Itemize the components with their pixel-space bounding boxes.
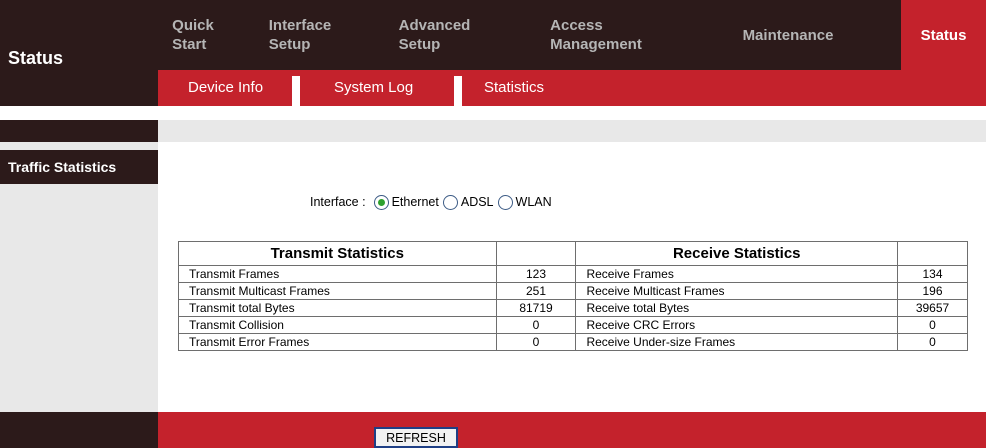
sub-nav: Device Info System Log Statistics <box>158 70 986 106</box>
main-content: Interface : Ethernet ADSL WLAN Transmit … <box>158 142 986 412</box>
rx-value: 39657 <box>897 299 968 317</box>
interface-selector: Interface : Ethernet ADSL WLAN <box>310 192 556 212</box>
rx-label: Receive Under-size Frames <box>575 333 899 351</box>
tab-status[interactable]: Status <box>901 0 986 70</box>
receive-header: Receive Statistics <box>575 241 899 266</box>
page-title: Status <box>8 48 64 68</box>
traffic-stats-table: Transmit Statistics Receive Statistics T… <box>178 241 968 351</box>
tx-value: 0 <box>495 316 577 334</box>
table-header-row: Transmit Statistics Receive Statistics <box>178 241 968 266</box>
rx-value: 134 <box>897 265 968 283</box>
footer-bar: REFRESH <box>158 412 986 448</box>
tx-value: 251 <box>495 282 577 300</box>
refresh-button[interactable]: REFRESH <box>374 427 458 448</box>
rx-label: Receive CRC Errors <box>575 316 899 334</box>
subtab-system-log[interactable]: System Log <box>334 70 413 106</box>
tx-label: Transmit Multicast Frames <box>178 282 497 300</box>
sidebar: Traffic Statistics <box>0 142 158 412</box>
radio-adsl[interactable] <box>442 194 458 210</box>
table-row: Transmit Multicast Frames 251 Receive Mu… <box>178 282 968 300</box>
option-wlan-label: WLAN <box>515 195 552 209</box>
tab-quick-start[interactable]: Quick Start <box>158 0 228 70</box>
brand-panel: Status <box>0 0 158 106</box>
rx-label: Receive total Bytes <box>575 299 899 317</box>
tx-value: 81719 <box>495 299 577 317</box>
top-nav: Quick Start Interface Setup Advanced Set… <box>158 0 986 70</box>
subnav-divider <box>454 76 462 106</box>
table-row: Transmit Collision 0 Receive CRC Errors … <box>178 316 968 334</box>
transmit-value-header <box>495 241 577 266</box>
rx-value: 0 <box>897 316 968 334</box>
tx-label: Transmit Frames <box>178 265 497 283</box>
rx-value: 0 <box>897 333 968 351</box>
table-row: Transmit Frames 123 Receive Frames 134 <box>178 265 968 283</box>
content-band-right <box>158 120 986 142</box>
content-band-left <box>0 120 158 142</box>
tx-value: 123 <box>495 265 577 283</box>
sidebar-section-label: Traffic Statistics <box>8 159 117 175</box>
tab-access-management[interactable]: Access Management <box>536 0 656 70</box>
subnav-divider <box>292 76 300 106</box>
subtab-device-info[interactable]: Device Info <box>188 70 263 106</box>
tab-advanced-setup[interactable]: Advanced Setup <box>382 0 487 70</box>
tx-label: Transmit Error Frames <box>178 333 497 351</box>
rx-label: Receive Frames <box>575 265 899 283</box>
interface-label: Interface : <box>310 195 366 209</box>
radio-ethernet[interactable] <box>373 194 389 210</box>
footer-left <box>0 412 158 448</box>
subtab-statistics[interactable]: Statistics <box>484 70 544 106</box>
table-row: Transmit total Bytes 81719 Receive total… <box>178 299 968 317</box>
sidebar-section: Traffic Statistics <box>0 150 158 184</box>
tx-label: Transmit total Bytes <box>178 299 497 317</box>
option-adsl-label: ADSL <box>460 195 494 209</box>
tx-value: 0 <box>495 333 577 351</box>
rx-value: 196 <box>897 282 968 300</box>
radio-wlan[interactable] <box>497 194 513 210</box>
transmit-header: Transmit Statistics <box>178 241 497 266</box>
tab-maintenance[interactable]: Maintenance <box>728 0 848 70</box>
option-ethernet-label: Ethernet <box>391 195 439 209</box>
router-status-page: Status Quick Start Interface Setup Advan… <box>0 0 986 448</box>
table-row: Transmit Error Frames 0 Receive Under-si… <box>178 333 968 351</box>
tab-interface-setup[interactable]: Interface Setup <box>251 0 349 70</box>
tx-label: Transmit Collision <box>178 316 497 334</box>
rx-label: Receive Multicast Frames <box>575 282 899 300</box>
receive-value-header <box>897 241 968 266</box>
